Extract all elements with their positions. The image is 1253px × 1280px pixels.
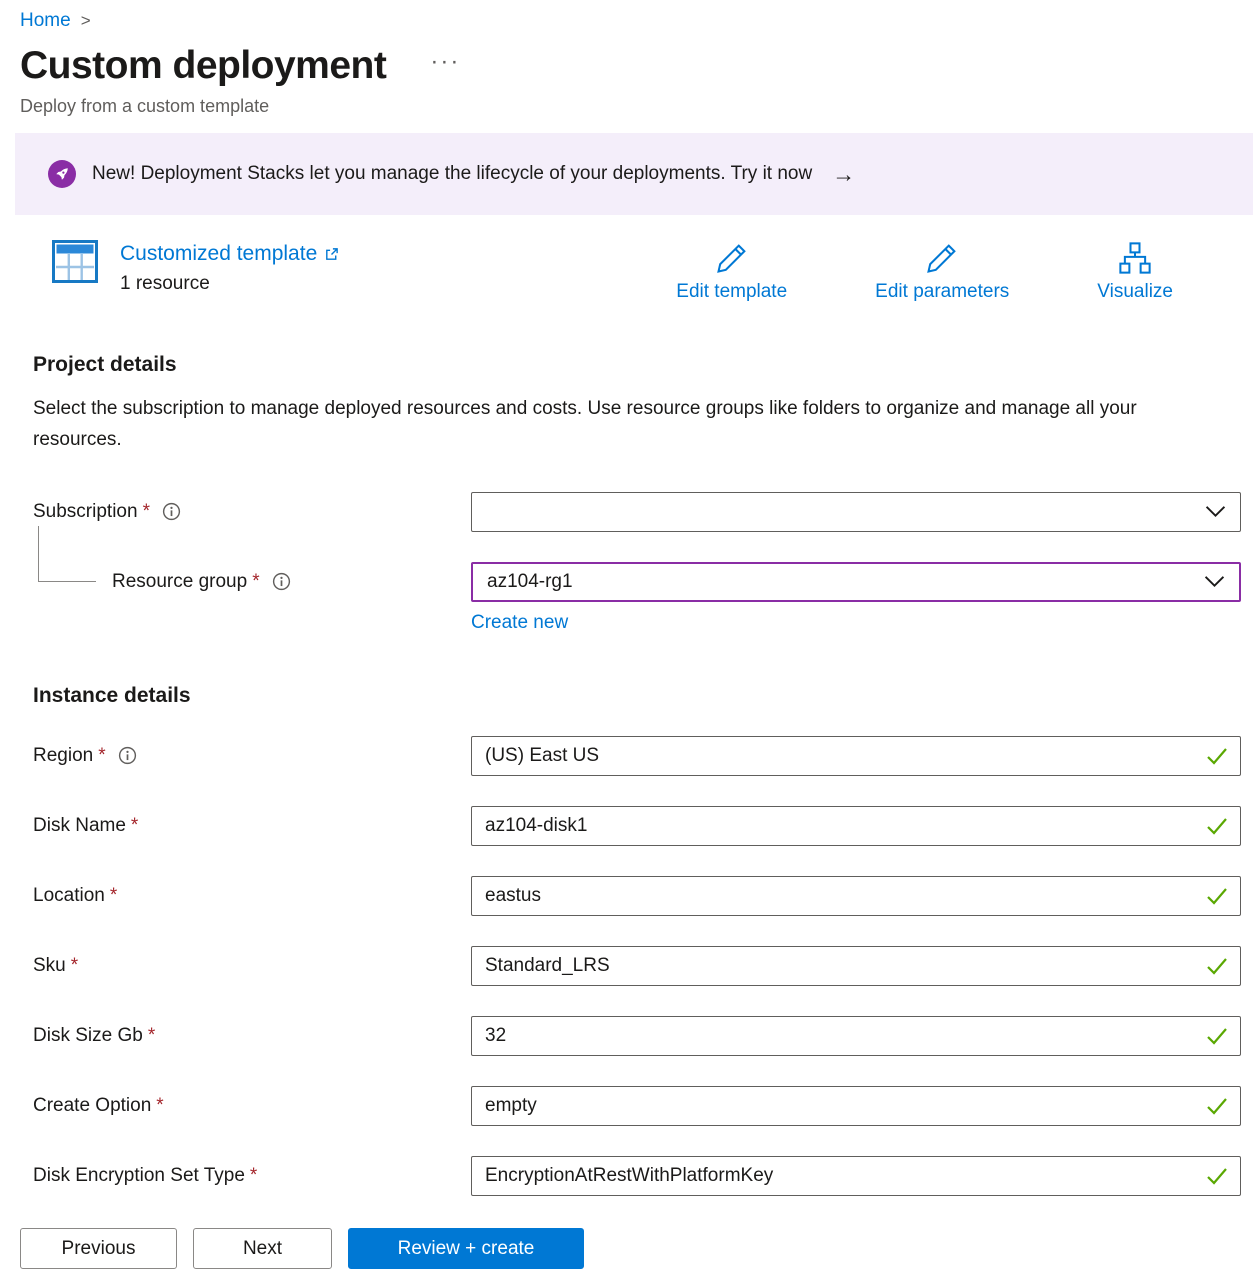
valid-check-icon (1206, 887, 1228, 905)
page-title: Custom deployment (20, 44, 386, 88)
required-asterisk (252, 571, 259, 593)
hierarchy-connector-line (38, 526, 96, 582)
chevron-down-icon (1204, 575, 1225, 588)
page-subtitle: Deploy from a custom template (20, 96, 1253, 117)
subscription-label: Subscription (33, 501, 138, 523)
resource-group-dropdown[interactable]: az104-rg1 (471, 562, 1241, 602)
pencil-icon (714, 240, 750, 276)
info-icon[interactable] (272, 572, 291, 591)
info-icon[interactable] (118, 746, 137, 765)
wizard-footer: Previous Next Review + create (0, 1216, 1253, 1280)
valid-check-icon (1206, 1027, 1228, 1045)
next-button[interactable]: Next (193, 1228, 332, 1269)
encryption-set-type-input[interactable] (471, 1156, 1241, 1196)
disk-name-label: Disk Name (33, 815, 126, 837)
required-asterisk (143, 501, 150, 523)
required-asterisk (148, 1025, 155, 1047)
project-details-heading: Project details (33, 353, 1241, 377)
breadcrumb: Home > (0, 0, 1253, 32)
disk-name-input[interactable] (471, 806, 1241, 846)
banner-text: New! Deployment Stacks let you manage th… (92, 163, 812, 185)
create-option-label: Create Option (33, 1095, 151, 1117)
project-details-description: Select the subscription to manage deploy… (33, 393, 1183, 456)
required-asterisk (131, 815, 138, 837)
required-asterisk (98, 745, 105, 767)
edit-parameters-button[interactable]: Edit parameters (875, 240, 1009, 303)
location-input[interactable] (471, 876, 1241, 916)
custom-deployment-page: Home > Custom deployment ··· Deploy from… (0, 0, 1253, 1280)
required-asterisk (110, 885, 117, 907)
required-asterisk (71, 955, 78, 977)
more-options-button[interactable]: ··· (430, 50, 460, 74)
visualize-button[interactable]: Visualize (1097, 240, 1173, 303)
valid-check-icon (1206, 1167, 1228, 1185)
template-name: Customized template (120, 242, 317, 266)
required-asterisk (250, 1165, 257, 1187)
valid-check-icon (1206, 1097, 1228, 1115)
subscription-dropdown[interactable] (471, 492, 1241, 532)
location-label: Location (33, 885, 105, 907)
disk-size-label: Disk Size Gb (33, 1025, 143, 1047)
customized-template-link[interactable]: Customized template (120, 242, 339, 266)
deployment-stacks-banner: New! Deployment Stacks let you manage th… (15, 133, 1253, 215)
breadcrumb-chevron-icon: > (81, 11, 91, 31)
visualize-icon (1117, 240, 1153, 276)
resource-group-value: az104-rg1 (487, 571, 573, 593)
sku-input[interactable] (471, 946, 1241, 986)
valid-check-icon (1206, 747, 1228, 765)
template-summary: Customized template 1 resource Edit temp… (0, 215, 1253, 303)
arrow-right-icon[interactable]: → (832, 161, 855, 188)
sku-label: Sku (33, 955, 66, 977)
create-new-link[interactable]: Create new (471, 612, 568, 634)
template-icon (52, 240, 98, 288)
info-icon[interactable] (162, 502, 181, 521)
region-label: Region (33, 745, 93, 767)
visualize-label: Visualize (1097, 281, 1173, 303)
region-input[interactable] (471, 736, 1241, 776)
previous-button[interactable]: Previous (20, 1228, 177, 1269)
required-asterisk (156, 1095, 163, 1117)
chevron-down-icon (1205, 505, 1226, 518)
disk-size-input[interactable] (471, 1016, 1241, 1056)
edit-template-label: Edit template (676, 281, 787, 303)
resource-count: 1 resource (120, 273, 339, 295)
instance-details-heading: Instance details (33, 684, 1241, 708)
resource-group-label: Resource group (112, 571, 247, 593)
valid-check-icon (1206, 957, 1228, 975)
valid-check-icon (1206, 817, 1228, 835)
review-create-button[interactable]: Review + create (348, 1228, 584, 1269)
external-link-icon (324, 247, 339, 262)
template-actions: Edit template Edit parameters Visualize (676, 240, 1173, 303)
edit-parameters-label: Edit parameters (875, 281, 1009, 303)
rocket-icon (48, 160, 76, 188)
edit-template-button[interactable]: Edit template (676, 240, 787, 303)
breadcrumb-home-link[interactable]: Home (20, 10, 71, 32)
disk-encryption-set-type-label: Disk Encryption Set Type (33, 1165, 245, 1187)
create-option-input[interactable] (471, 1086, 1241, 1126)
pencil-icon (924, 240, 960, 276)
